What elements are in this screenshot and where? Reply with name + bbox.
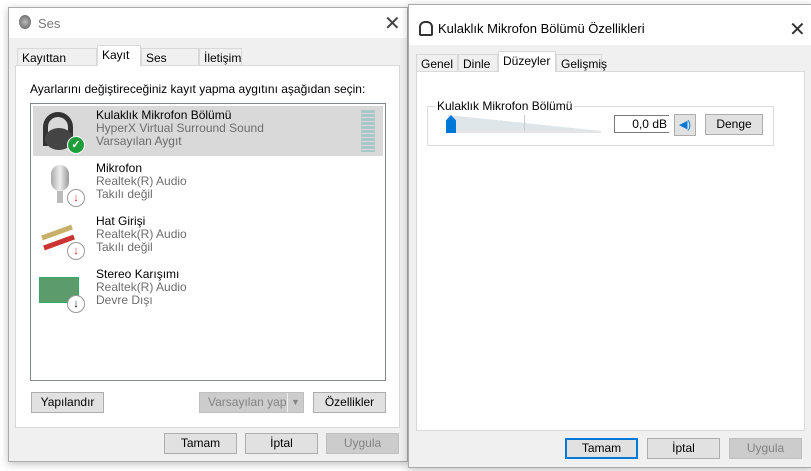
group-label: Kulaklık Mikrofon Bölümü xyxy=(435,99,575,113)
speaker-icon: ◀) xyxy=(678,119,692,131)
properties-dialog: Kulaklık Mikrofon Bölümü Özellikleri ✕ G… xyxy=(408,4,811,468)
close-icon[interactable]: ✕ xyxy=(789,17,806,42)
level-value-field[interactable]: 0,0 dB xyxy=(614,115,669,133)
tab-communications[interactable]: İletişim xyxy=(199,48,242,66)
mute-button[interactable]: ◀) xyxy=(674,114,696,136)
tab-recording[interactable]: Kayıt xyxy=(97,45,141,66)
window-title: Kulaklık Mikrofon Bölümü Özellikleri xyxy=(438,21,645,36)
device-item[interactable]: ↓ Stereo Karışımı Realtek(R) Audio Devre… xyxy=(33,265,383,315)
device-item[interactable]: ↓ Mikrofon Realtek(R) Audio Takılı değil xyxy=(33,159,383,209)
close-icon[interactable]: ✕ xyxy=(384,11,401,36)
tab-advanced[interactable]: Gelişmiş xyxy=(556,54,607,72)
properties-button[interactable]: Özellikler xyxy=(313,392,386,413)
instruction-text: Ayarlarını değiştireceğiniz kayıt yapma … xyxy=(30,82,366,96)
sound-dialog: Ses ✕ Kayıttan Yürüt Kayıt Ses Efekti İl… xyxy=(8,7,408,462)
tab-general[interactable]: Genel xyxy=(416,54,458,72)
arrow-down-black-icon: ↓ xyxy=(67,295,85,313)
window-title: Ses xyxy=(38,16,61,31)
tab-listen[interactable]: Dinle xyxy=(458,54,498,72)
apply-button[interactable]: Uygula xyxy=(729,438,802,459)
set-default-button[interactable]: Varsayılan yap ▼ xyxy=(199,392,304,413)
chevron-down-icon[interactable]: ▼ xyxy=(287,393,303,412)
check-icon: ✓ xyxy=(67,136,85,154)
ok-button[interactable]: Tamam xyxy=(565,438,638,459)
cancel-button[interactable]: İptal xyxy=(647,438,720,459)
tab-levels[interactable]: Düzeyler xyxy=(498,51,556,72)
headset-icon xyxy=(419,21,433,36)
cancel-button[interactable]: İptal xyxy=(245,433,318,454)
level-meter xyxy=(361,110,375,152)
tab-panel: Ayarlarını değiştireceğiniz kayıt yapma … xyxy=(15,65,400,428)
ok-button[interactable]: Tamam xyxy=(164,433,237,454)
speaker-icon xyxy=(19,15,31,29)
tab-sounds[interactable]: Ses Efekti xyxy=(141,48,199,83)
device-item[interactable]: ✓ Kulaklık Mikrofon Bölümü HyperX Virtua… xyxy=(33,106,383,156)
tab-playback[interactable]: Kayıttan Yürüt xyxy=(17,48,97,83)
apply-button[interactable]: Uygula xyxy=(326,433,399,454)
slider-tick xyxy=(524,115,525,131)
arrow-down-red-icon: ↓ xyxy=(67,189,85,207)
title-bar: Kulaklık Mikrofon Bölümü Özellikleri ✕ xyxy=(409,5,811,45)
configure-button[interactable]: Yapılandır xyxy=(31,392,104,413)
title-bar: Ses ✕ xyxy=(9,8,407,38)
level-group: Kulaklık Mikrofon Bölümü 0,0 dB ◀) Denge xyxy=(427,99,774,146)
device-list[interactable]: ✓ Kulaklık Mikrofon Bölümü HyperX Virtua… xyxy=(30,103,386,381)
balance-button[interactable]: Denge xyxy=(705,114,763,135)
device-item[interactable]: ↓ Hat Girişi Realtek(R) Audio Takılı değ… xyxy=(33,212,383,262)
tab-panel: Kulaklık Mikrofon Bölümü 0,0 dB ◀) Denge xyxy=(416,71,805,431)
arrow-down-red-icon: ↓ xyxy=(67,242,85,260)
